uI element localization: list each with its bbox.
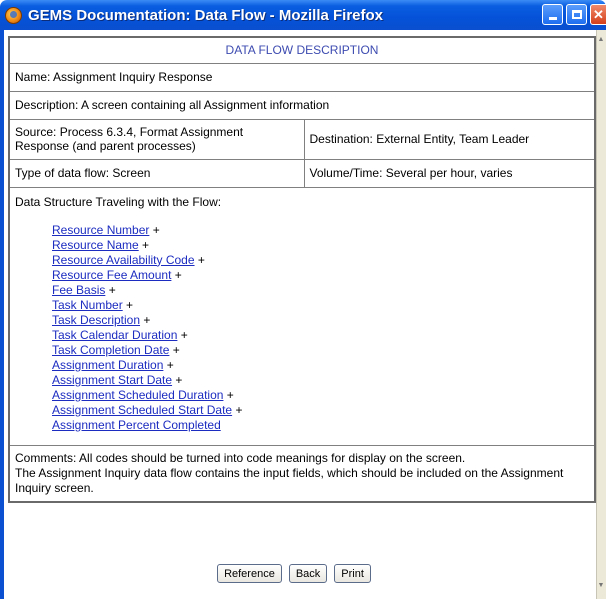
data-element-link[interactable]: Resource Availability Code: [52, 253, 195, 267]
plus-sign: +: [122, 297, 134, 312]
plus-sign: +: [105, 282, 116, 297]
data-structure-label: Data Structure Traveling with the Flow:: [15, 194, 222, 209]
data-element-link[interactable]: Task Calendar Duration: [52, 328, 177, 342]
minimize-button[interactable]: [542, 4, 563, 25]
source-cell: Source: Process 6.3.4, Format Assignment…: [8, 118, 305, 160]
window-title-bar[interactable]: GEMS Documentation: Data Flow - Mozilla …: [0, 0, 606, 30]
volume-time-cell: Volume/Time: Several per hour, varies: [303, 158, 596, 188]
data-element-link[interactable]: Resource Name: [52, 238, 139, 252]
data-element-link[interactable]: Resource Fee Amount: [52, 268, 171, 282]
close-icon: ✕: [593, 6, 604, 22]
list-item: Assignment Scheduled Start Date +: [52, 403, 589, 418]
window-title: GEMS Documentation: Data Flow - Mozilla …: [28, 6, 384, 24]
close-button[interactable]: ✕: [590, 4, 606, 25]
firefox-icon: [5, 6, 22, 24]
list-item: Fee Basis +: [52, 283, 589, 298]
plus-sign: +: [223, 387, 234, 402]
list-item: Assignment Scheduled Duration +: [52, 388, 589, 403]
plus-sign: +: [140, 312, 151, 327]
data-element-link[interactable]: Assignment Percent Completed: [52, 418, 221, 432]
button-bar: Reference Back Print: [0, 564, 588, 583]
plus-sign: +: [149, 222, 160, 237]
print-button[interactable]: Print: [334, 564, 371, 583]
list-item: Task Calendar Duration +: [52, 328, 589, 343]
name-cell: Name: Assignment Inquiry Response: [8, 62, 596, 92]
plus-sign: +: [177, 327, 188, 342]
comments-cell: Comments: All codes should be turned int…: [8, 444, 596, 502]
data-element-link[interactable]: Task Completion Date: [52, 343, 169, 357]
data-structure-list: Resource Number + Resource Name + Resource…: [52, 223, 589, 433]
comments-line-2: The Assignment Inquiry data flow contain…: [15, 465, 564, 495]
data-element-link[interactable]: Task Description: [52, 313, 140, 327]
list-item: Task Number +: [52, 298, 589, 313]
plus-sign: +: [169, 342, 180, 357]
vertical-scrollbar[interactable]: [596, 30, 606, 599]
back-button[interactable]: Back: [288, 564, 328, 583]
data-element-link[interactable]: Assignment Duration: [52, 358, 163, 372]
scroll-down-arrow-icon[interactable]: ▼: [597, 582, 605, 592]
scroll-up-arrow-icon[interactable]: ▲: [597, 36, 605, 46]
data-element-link[interactable]: Assignment Scheduled Start Date: [52, 403, 232, 417]
maximize-button[interactable]: [566, 4, 587, 25]
plus-sign: +: [138, 237, 150, 252]
list-item: Resource Number +: [52, 223, 589, 238]
page-content: DATA FLOW DESCRIPTION Name: Assignment I…: [8, 36, 596, 503]
description-cell: Description: A screen containing all Ass…: [8, 90, 596, 120]
data-flow-table: DATA FLOW DESCRIPTION Name: Assignment I…: [8, 36, 596, 503]
table-heading: DATA FLOW DESCRIPTION: [8, 36, 596, 64]
list-item: Resource Availability Code +: [52, 253, 589, 268]
data-element-link[interactable]: Fee Basis: [52, 283, 105, 297]
list-item: Task Description +: [52, 313, 589, 328]
plus-sign: +: [172, 372, 183, 387]
window-frame-left: [0, 30, 4, 599]
plus-sign: +: [171, 267, 182, 282]
data-element-link[interactable]: Resource Number: [52, 223, 149, 237]
list-item: Resource Fee Amount +: [52, 268, 589, 283]
list-item: Assignment Percent Completed: [52, 418, 589, 433]
list-item: Assignment Start Date +: [52, 373, 589, 388]
plus-sign: +: [163, 357, 174, 372]
data-element-link[interactable]: Assignment Scheduled Duration: [52, 388, 223, 402]
minimize-icon: [548, 17, 557, 20]
maximize-icon: [571, 10, 582, 19]
flow-type-cell: Type of data flow: Screen: [8, 158, 305, 188]
list-item: Task Completion Date +: [52, 343, 589, 358]
list-item: Assignment Duration +: [52, 358, 589, 373]
destination-cell: Destination: External Entity, Team Leade…: [303, 118, 596, 160]
reference-button[interactable]: Reference: [217, 564, 282, 583]
plus-sign: +: [232, 402, 243, 417]
data-element-link[interactable]: Assignment Start Date: [52, 373, 172, 387]
list-item: Resource Name +: [52, 238, 589, 253]
data-element-link[interactable]: Task Number: [52, 298, 123, 312]
data-structure-cell: Data Structure Traveling with the Flow: …: [8, 186, 596, 446]
comments-line-1: Comments: All codes should be turned int…: [15, 450, 466, 465]
plus-sign: +: [194, 252, 205, 267]
window-controls: ✕: [542, 4, 606, 25]
